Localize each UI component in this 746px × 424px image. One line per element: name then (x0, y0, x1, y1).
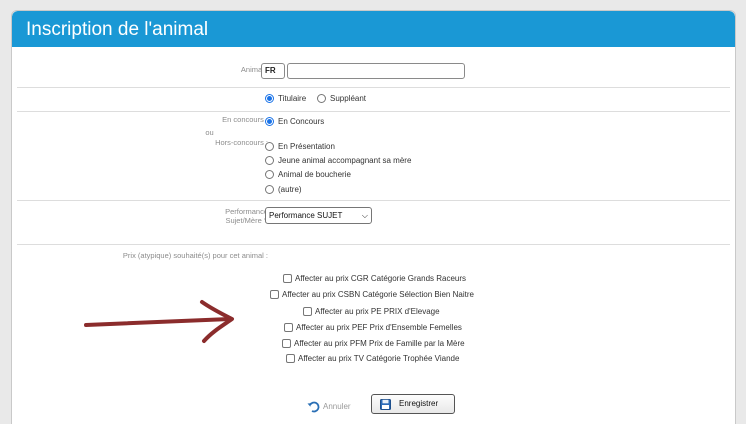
jeune-animal-label: Jeune animal accompagnant sa mère (278, 156, 412, 165)
prize-tv-checkbox[interactable] (286, 354, 295, 363)
performance-select-value: Performance SUJET (269, 211, 343, 220)
save-button-label: Enregistrer (399, 399, 439, 408)
animal-label: Animal : (240, 65, 268, 74)
prize-cgr-checkbox[interactable] (283, 274, 292, 283)
suppleant-radio[interactable] (317, 94, 326, 103)
animal-boucherie-radio[interactable] (265, 170, 274, 179)
animal-boucherie-label: Animal de boucherie (278, 170, 351, 179)
en-concours-radio[interactable] (265, 117, 274, 126)
titulaire-label: Titulaire (278, 94, 307, 103)
ou-label: ou (205, 128, 214, 137)
prize-pfm-label: Affecter au prix PFM Prix de Famille par… (294, 339, 465, 348)
en-presentation-radio[interactable] (265, 142, 274, 151)
prize-csbn-label: Affecter au prix CSBN Catégorie Sélectio… (282, 290, 474, 299)
undo-icon[interactable] (307, 400, 321, 413)
performance-select[interactable]: Performance SUJET ⌵ (265, 207, 372, 224)
jeune-animal-radio[interactable] (265, 156, 274, 165)
annotation-arrow (84, 300, 234, 343)
hors-concours-label: Hors-concours : (215, 138, 268, 147)
chevron-down-icon: ⌵ (361, 211, 368, 220)
divider (17, 111, 730, 112)
prize-pe-label: Affecter au prix PE PRIX d'Elevage (315, 307, 440, 316)
en-concours-option-label: En Concours (278, 117, 325, 126)
en-concours-label: En concours : (222, 115, 268, 124)
prize-pfm-checkbox[interactable] (282, 339, 291, 348)
registration-panel: Inscription de l'animal Animal : FR Titu… (11, 10, 736, 424)
prize-csbn-checkbox[interactable] (270, 290, 279, 299)
cancel-link[interactable]: Annuler (323, 401, 351, 412)
save-button[interactable]: Enregistrer (371, 394, 455, 414)
prizes-label: Prix (atypique) souhaité(s) pour cet ani… (122, 251, 268, 260)
divider (17, 87, 730, 88)
prize-cgr-label: Affecter au prix CGR Catégorie Grands Ra… (295, 274, 467, 283)
panel-header: Inscription de l'animal (12, 11, 735, 47)
animal-number-input[interactable] (287, 63, 465, 79)
floppy-disk-icon (380, 399, 391, 410)
divider (17, 200, 730, 201)
animal-country-input[interactable]: FR (261, 63, 285, 79)
prize-pe-checkbox[interactable] (303, 307, 312, 316)
performance-label-line2: Sujet/Mère ? (225, 216, 268, 225)
prize-tv-label: Affecter au prix TV Catégorie Trophée Vi… (298, 354, 460, 363)
autre-radio[interactable] (265, 185, 274, 194)
prize-pef-label: Affecter au prix PEF Prix d'Ensemble Fem… (296, 323, 462, 332)
titulaire-radio[interactable] (265, 94, 274, 103)
prize-pef-checkbox[interactable] (284, 323, 293, 332)
page-title: Inscription de l'animal (26, 19, 209, 40)
autre-label: (autre) (278, 185, 302, 194)
en-presentation-label: En Présentation (278, 142, 335, 151)
suppleant-label: Suppléant (330, 94, 367, 103)
divider (17, 244, 730, 245)
